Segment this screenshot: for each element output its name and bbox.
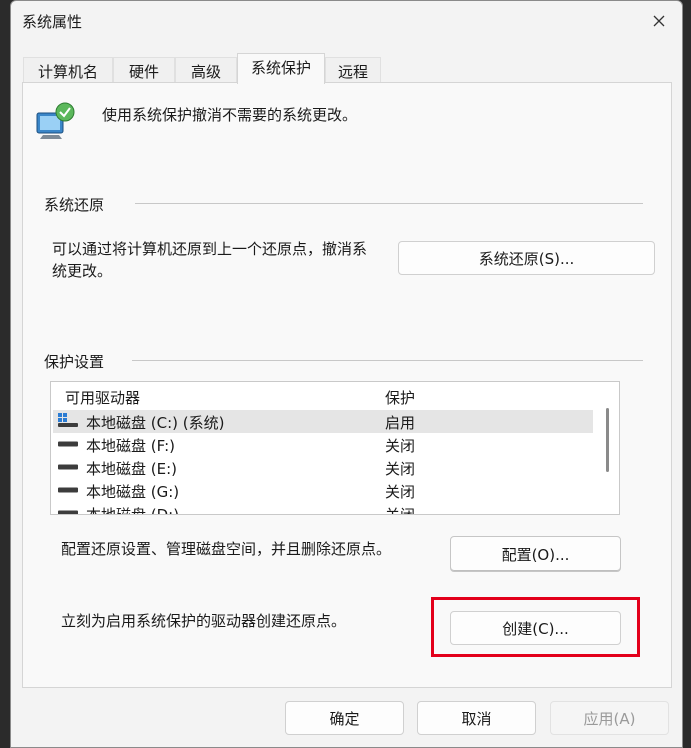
drive-row-g[interactable]: 本地磁盘 (G:) 关闭 — [53, 479, 593, 502]
tab-computer-name[interactable]: 计算机名 — [23, 57, 113, 83]
column-header-protection[interactable]: 保护 — [385, 387, 415, 408]
system-restore-button[interactable]: 系统还原(S)... — [398, 241, 655, 275]
drive-status: 关闭 — [385, 483, 416, 501]
system-drive-icon — [58, 413, 78, 427]
ok-button[interactable]: 确定 — [285, 701, 404, 735]
tab-label: 计算机名 — [37, 63, 98, 81]
drive-status: 关闭 — [385, 506, 416, 515]
drive-row-f[interactable]: 本地磁盘 (F:) 关闭 — [53, 433, 593, 456]
system-protection-icon — [36, 102, 75, 139]
drive-status: 启用 — [385, 414, 416, 432]
drive-row-e[interactable]: 本地磁盘 (E:) 关闭 — [53, 456, 593, 479]
list-scrollbar[interactable] — [606, 408, 609, 472]
cancel-button[interactable]: 取消 — [417, 701, 536, 735]
drive-row-d[interactable]: 本地磁盘 (D:) 关闭 — [53, 502, 593, 515]
drive-status: 关闭 — [385, 460, 416, 478]
drive-name: 本地磁盘 (D:) — [86, 506, 180, 515]
list-header: 可用驱动器 保护 — [51, 382, 619, 410]
apply-button[interactable]: 应用(A) — [550, 701, 669, 735]
column-header-drive[interactable]: 可用驱动器 — [65, 387, 140, 408]
drive-icon — [58, 464, 78, 470]
drive-icon — [58, 510, 78, 514]
drive-name: 本地磁盘 (F:) — [86, 437, 175, 455]
tab-label: 高级 — [190, 63, 221, 81]
drive-status: 关闭 — [385, 437, 416, 455]
tab-label: 系统保护 — [250, 59, 311, 77]
drive-list[interactable]: 可用驱动器 保护 本地磁盘 (C:) (系统) 启用 本地磁盘 (F:) 关闭 … — [50, 381, 620, 515]
tab-system-protection[interactable]: 系统保护 — [237, 53, 325, 84]
protection-settings-group-label: 保护设置 — [44, 351, 117, 372]
description-line: 统更改。 — [52, 262, 113, 280]
system-restore-description: 可以通过将计算机还原到上一个还原点，撤消系 统更改。 — [52, 238, 397, 282]
tab-label: 硬件 — [128, 63, 159, 81]
close-icon — [653, 15, 665, 27]
title-bar: 系统属性 — [11, 1, 682, 41]
tab-advanced[interactable]: 高级 — [175, 57, 237, 83]
window-title: 系统属性 — [22, 13, 83, 31]
drive-icon — [58, 487, 78, 493]
tab-remote[interactable]: 远程 — [325, 57, 381, 83]
tab-label: 远程 — [337, 63, 368, 81]
drive-icon — [58, 441, 78, 447]
drive-name: 本地磁盘 (C:) (系统) — [86, 414, 225, 432]
highlight-box — [431, 597, 640, 657]
system-restore-group-label: 系统还原 — [44, 194, 117, 215]
drive-row-c[interactable]: 本地磁盘 (C:) (系统) 启用 — [53, 410, 593, 433]
description-line: 可以通过将计算机还原到上一个还原点，撤消系 — [52, 240, 368, 258]
group-divider — [132, 360, 643, 361]
group-divider — [135, 203, 643, 204]
close-button[interactable] — [636, 1, 682, 41]
intro-text: 使用系统保护撤消不需要的系统更改。 — [102, 106, 358, 124]
drive-name: 本地磁盘 (G:) — [86, 483, 180, 501]
drive-name: 本地磁盘 (E:) — [86, 460, 178, 478]
configure-button[interactable]: 配置(O)... — [450, 536, 621, 572]
create-description: 立刻为启用系统保护的驱动器创建还原点。 — [61, 612, 347, 630]
configure-description: 配置还原设置、管理磁盘空间，并且删除还原点。 — [61, 540, 392, 558]
tab-hardware[interactable]: 硬件 — [113, 57, 175, 83]
